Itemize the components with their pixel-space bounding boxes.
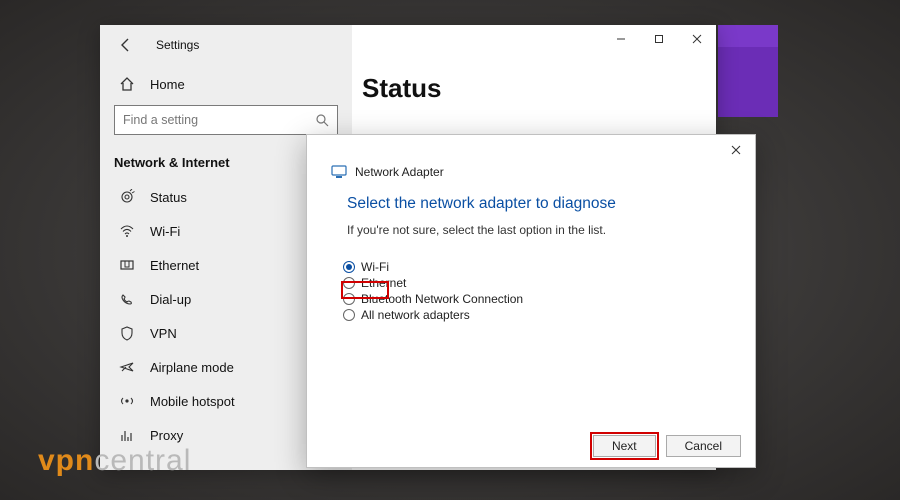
vpn-icon bbox=[118, 324, 136, 342]
option-label: Bluetooth Network Connection bbox=[361, 292, 523, 306]
sidebar-item-home[interactable]: Home bbox=[100, 67, 352, 101]
search-input[interactable] bbox=[123, 113, 315, 127]
sidebar-item-label: Airplane mode bbox=[150, 360, 234, 375]
home-icon bbox=[118, 75, 136, 93]
page-title: Status bbox=[352, 73, 716, 104]
option-wifi[interactable]: Wi-Fi bbox=[343, 259, 755, 275]
search-icon bbox=[315, 113, 329, 127]
settings-header: Settings bbox=[100, 35, 352, 67]
watermark-rest: central bbox=[94, 444, 191, 477]
network-adapter-dialog: Network Adapter Select the network adapt… bbox=[306, 134, 756, 468]
adapter-options: Wi-Fi Ethernet Bluetooth Network Connect… bbox=[307, 237, 755, 323]
sidebar-item-label: Dial-up bbox=[150, 292, 191, 307]
radio-icon bbox=[343, 309, 355, 321]
close-button[interactable] bbox=[678, 25, 716, 53]
option-label: Wi-Fi bbox=[361, 260, 389, 274]
minimize-button[interactable] bbox=[602, 25, 640, 53]
dialog-header: Network Adapter bbox=[307, 135, 755, 179]
radio-icon bbox=[343, 261, 355, 273]
sidebar-item-label: Wi-Fi bbox=[150, 224, 180, 239]
sidebar-item-label: Ethernet bbox=[150, 258, 199, 273]
ethernet-icon bbox=[118, 256, 136, 274]
network-adapter-icon bbox=[331, 165, 347, 179]
option-bluetooth[interactable]: Bluetooth Network Connection bbox=[343, 291, 755, 307]
proxy-icon bbox=[118, 426, 136, 444]
next-button[interactable]: Next bbox=[593, 435, 656, 457]
dialog-close-button[interactable] bbox=[721, 138, 751, 162]
back-icon[interactable] bbox=[118, 37, 134, 53]
sidebar-item-label: Mobile hotspot bbox=[150, 394, 235, 409]
status-icon bbox=[118, 188, 136, 206]
hotspot-icon bbox=[118, 392, 136, 410]
sidebar-item-label: Status bbox=[150, 190, 187, 205]
wifi-icon bbox=[118, 222, 136, 240]
dialog-header-label: Network Adapter bbox=[355, 165, 444, 179]
radio-icon bbox=[343, 293, 355, 305]
option-label: All network adapters bbox=[361, 308, 470, 322]
dialog-title: Select the network adapter to diagnose bbox=[307, 179, 755, 213]
sidebar-item-label: VPN bbox=[150, 326, 177, 341]
option-all[interactable]: All network adapters bbox=[343, 307, 755, 323]
option-ethernet[interactable]: Ethernet bbox=[343, 275, 755, 291]
sidebar-item-label: Home bbox=[150, 77, 185, 92]
dialog-buttons: Next Cancel bbox=[593, 435, 741, 457]
dialup-icon bbox=[118, 290, 136, 308]
watermark: vpncentral bbox=[38, 444, 191, 478]
window-title: Settings bbox=[156, 38, 199, 52]
sidebar-item-label: Proxy bbox=[150, 428, 183, 443]
cancel-button[interactable]: Cancel bbox=[666, 435, 741, 457]
search-input-wrap[interactable] bbox=[114, 105, 338, 135]
dialog-subtitle: If you're not sure, select the last opti… bbox=[307, 213, 755, 237]
window-controls bbox=[602, 25, 716, 53]
radio-icon bbox=[343, 277, 355, 289]
background-window-peek bbox=[718, 25, 778, 117]
airplane-icon bbox=[118, 358, 136, 376]
option-label: Ethernet bbox=[361, 276, 406, 290]
maximize-button[interactable] bbox=[640, 25, 678, 53]
watermark-accent: vpn bbox=[38, 444, 94, 477]
